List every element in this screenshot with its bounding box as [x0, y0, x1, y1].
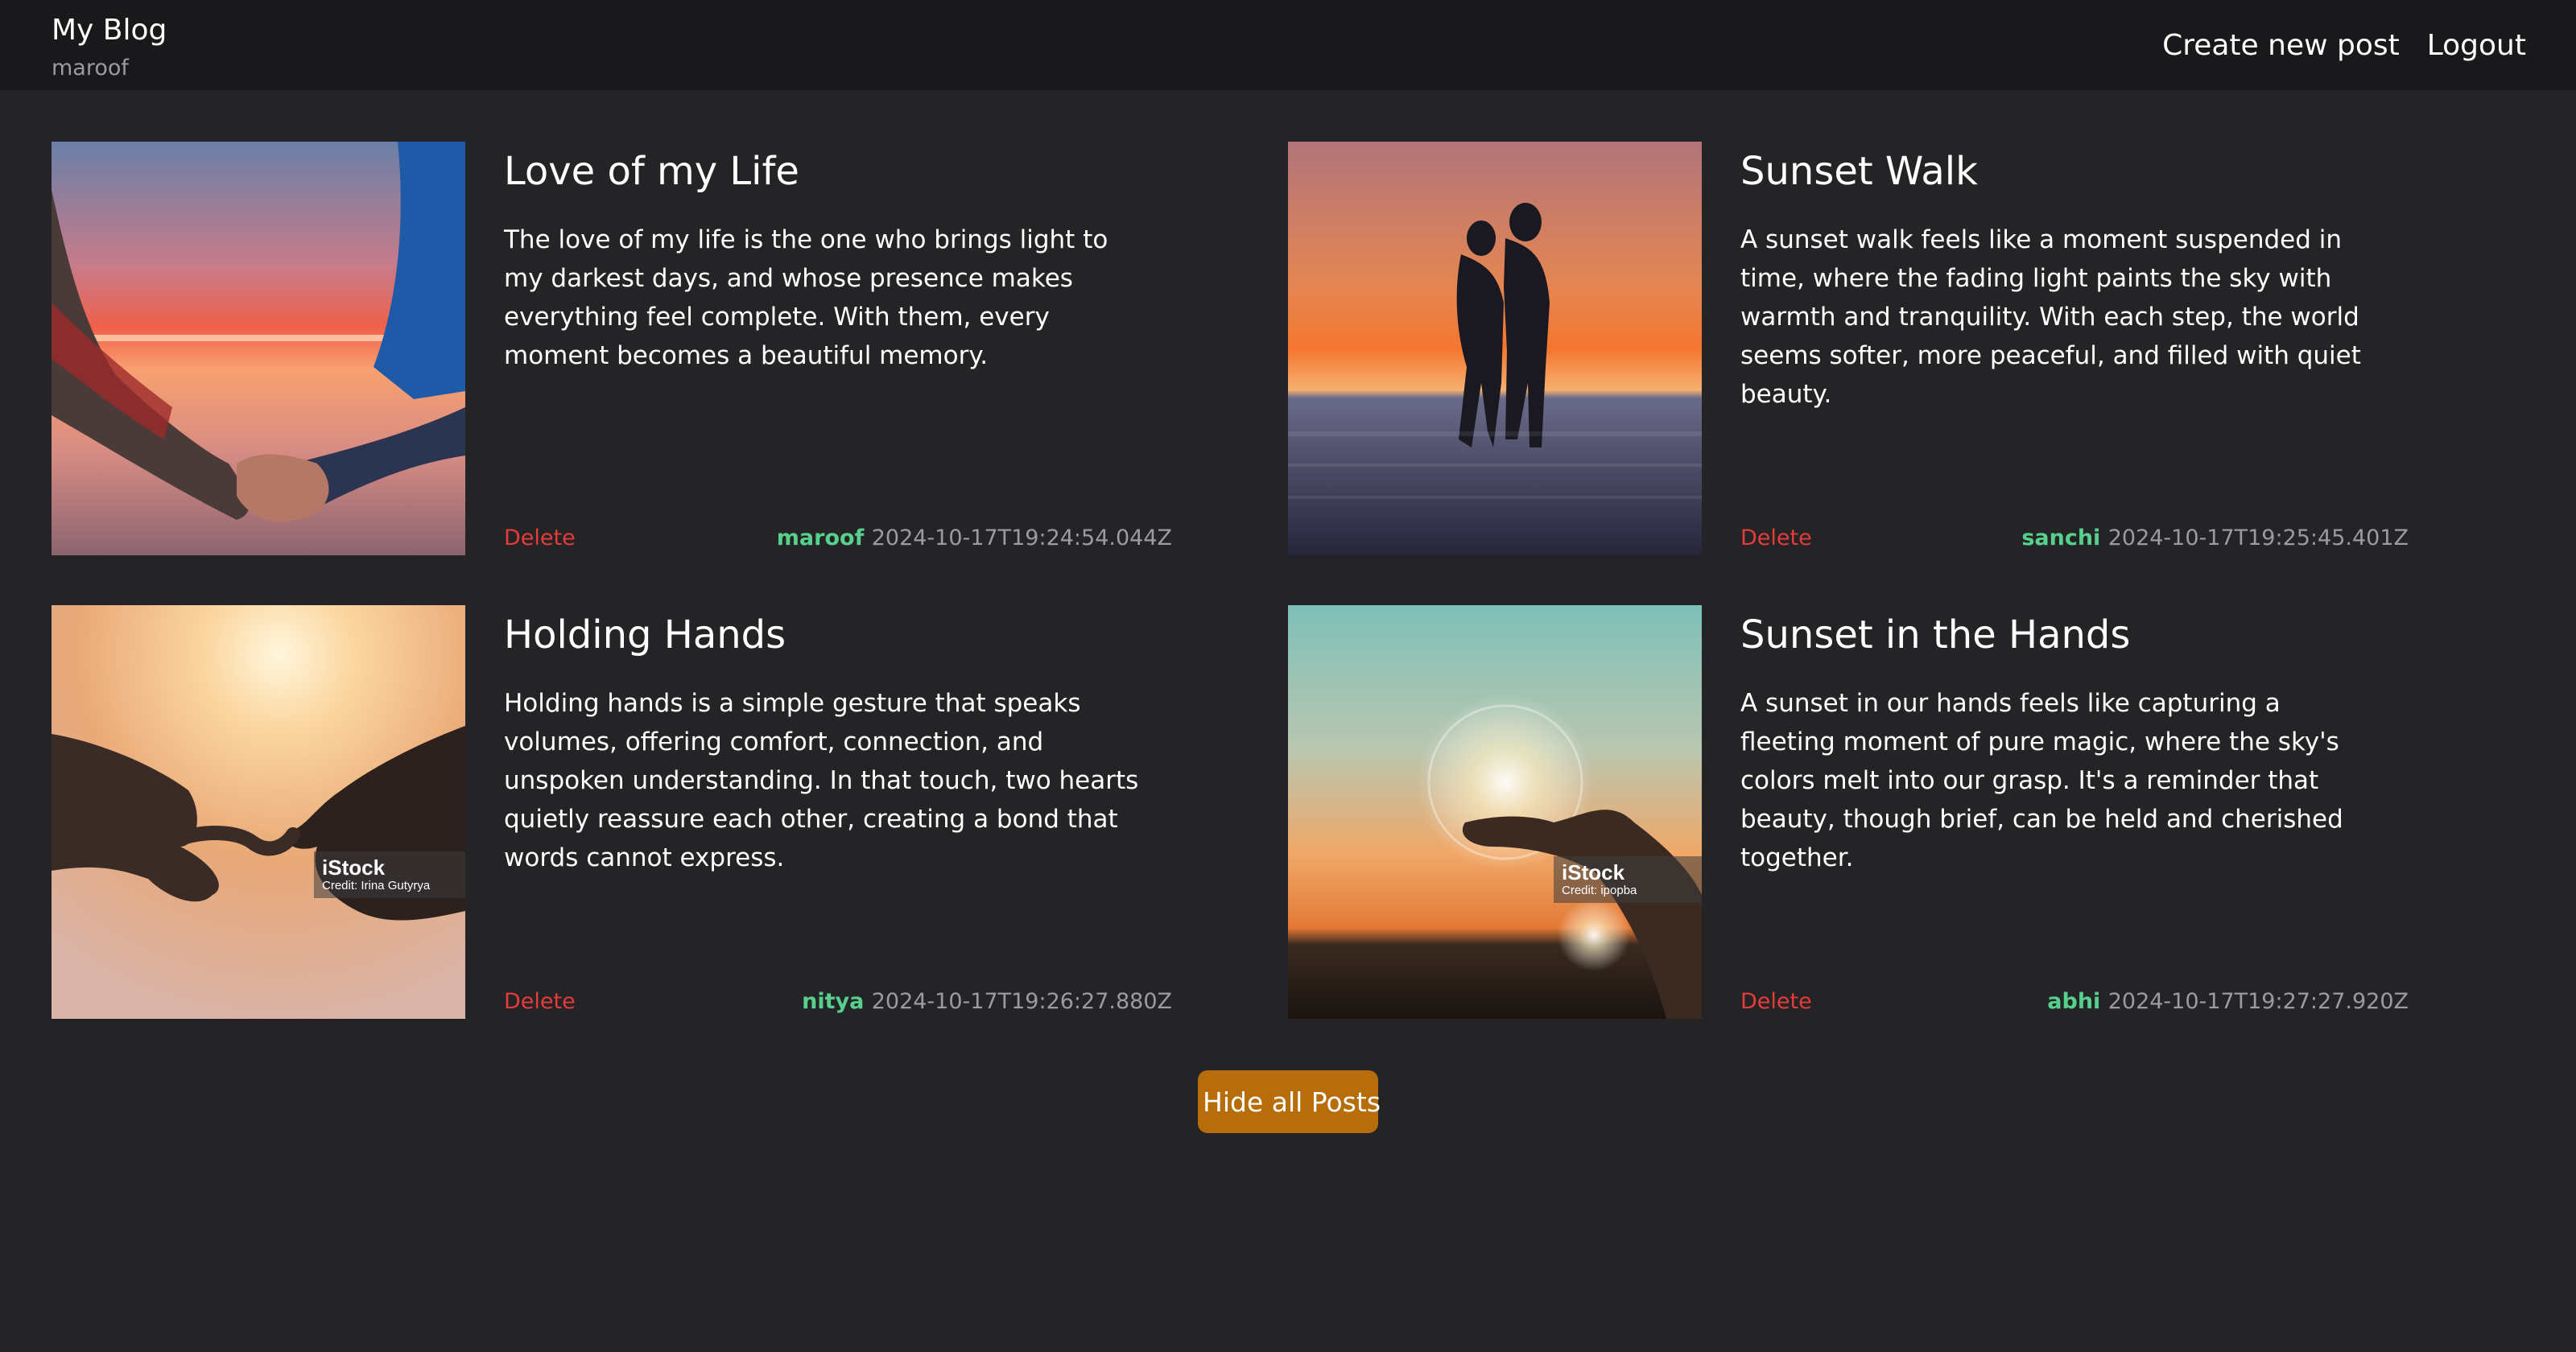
image-watermark: iStock Credit: ipopba	[1554, 856, 1702, 903]
watermark-credit: Credit: ipopba	[1562, 884, 1637, 897]
brand-title[interactable]: My Blog	[52, 11, 167, 50]
post-timestamp: 2024-10-17T19:26:27.880Z	[871, 989, 1172, 1014]
post-image-holding-hands-sunset-beach	[52, 142, 465, 555]
post-card: Sunset Walk A sunset walk feels like a m…	[1288, 142, 2447, 555]
post-card: iStock Credit: Irina Gutyrya Holding Han…	[52, 605, 1211, 1019]
post-author: nitya	[802, 989, 872, 1014]
post-meta: nitya 2024-10-17T19:26:27.880Z	[504, 988, 1172, 1016]
post-image-sunset-hands-glow	[1288, 605, 1702, 1019]
post-card: Love of my Life The love of my life is t…	[52, 142, 1211, 555]
post-image: iStock Credit: ipopba	[1288, 605, 1702, 1019]
top-navbar: My Blog maroof Create new post Logout	[0, 0, 2576, 90]
post-title[interactable]: Love of my Life	[504, 145, 799, 198]
post-body: A sunset in our hands feels like capturi…	[1740, 689, 2343, 872]
post-image-pinky-hands-sun	[52, 605, 465, 1019]
current-username: maroof	[52, 56, 129, 80]
post-body: The love of my life is the one who bring…	[504, 225, 1108, 370]
post-timestamp: 2024-10-17T19:25:45.401Z	[2107, 526, 2409, 550]
post-title[interactable]: Sunset Walk	[1740, 145, 1978, 198]
watermark-brand: iStock	[322, 855, 386, 880]
post-author: maroof	[776, 526, 872, 550]
post-image	[52, 142, 465, 555]
post-timestamp: 2024-10-17T19:24:54.044Z	[871, 526, 1172, 550]
hide-all-posts-button[interactable]: Hide all Posts	[1198, 1070, 1381, 1133]
logout-link[interactable]: Logout	[2427, 26, 2526, 66]
post-timestamp: 2024-10-17T19:27:27.920Z	[2107, 989, 2409, 1014]
post-image	[1288, 142, 1702, 555]
create-post-link[interactable]: Create new post	[2162, 26, 2400, 66]
post-author: sanchi	[2021, 526, 2108, 550]
post-author: abhi	[2047, 989, 2108, 1014]
post-meta: abhi 2024-10-17T19:27:27.920Z	[1740, 988, 2409, 1016]
watermark-brand: iStock	[1562, 860, 1625, 884]
post-body: Holding hands is a simple gesture that s…	[504, 689, 1139, 872]
image-watermark: iStock Credit: Irina Gutyrya	[314, 851, 465, 898]
post-card: iStock Credit: ipopba Sunset in the Hand…	[1288, 605, 2447, 1019]
post-image: iStock Credit: Irina Gutyrya	[52, 605, 465, 1019]
post-title[interactable]: Sunset in the Hands	[1740, 608, 2130, 662]
watermark-credit: Credit: Irina Gutyrya	[322, 879, 431, 892]
post-title[interactable]: Holding Hands	[504, 608, 786, 662]
post-body: A sunset walk feels like a moment suspen…	[1740, 225, 2361, 409]
nav-links: Create new post Logout	[2162, 26, 2526, 66]
post-meta: sanchi 2024-10-17T19:25:45.401Z	[1740, 525, 2409, 552]
post-meta: maroof 2024-10-17T19:24:54.044Z	[504, 525, 1172, 552]
post-image-couple-silhouette-sunset	[1288, 142, 1702, 555]
